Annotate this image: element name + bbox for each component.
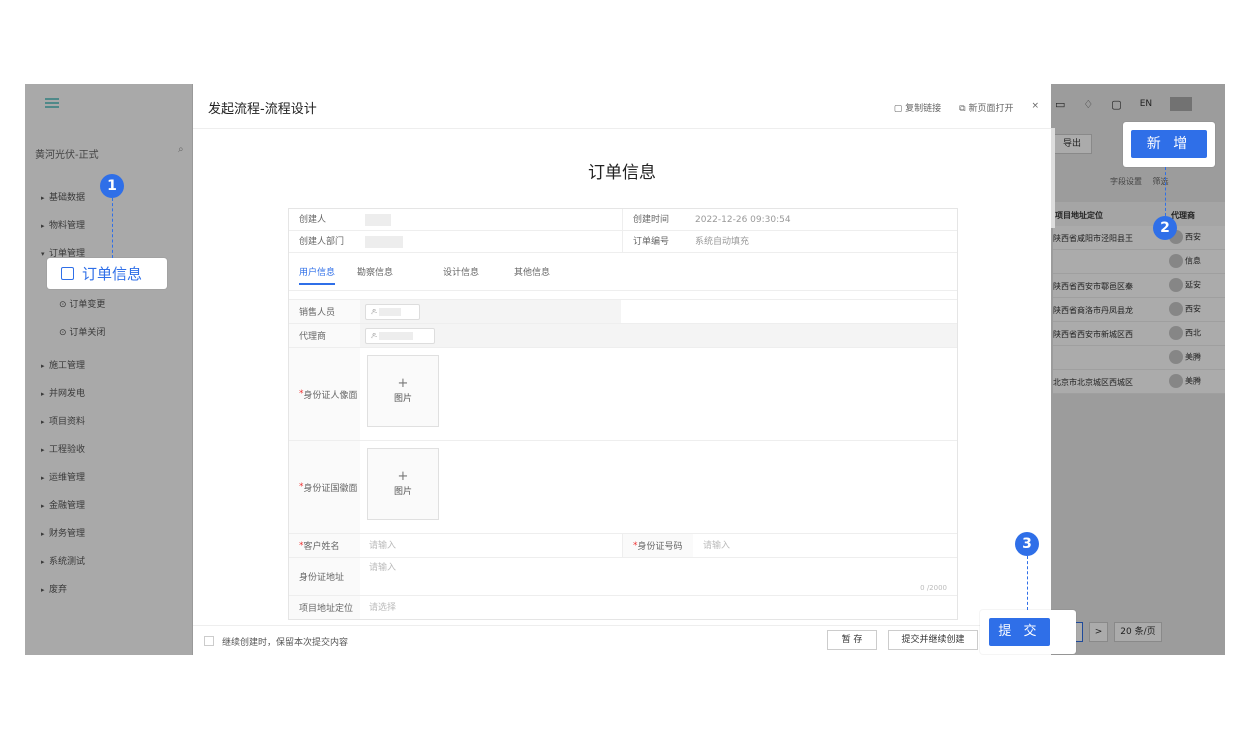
tab-user-info[interactable]: 用户信息 (299, 265, 336, 285)
creator-value (360, 209, 391, 230)
order-no-label: 订单编号 (622, 231, 695, 252)
form-row: 创建人部门 订单编号 系统自动填充 (289, 231, 957, 253)
submit-continue-button[interactable]: 提交并继续创建 (888, 630, 978, 650)
step-badge-1: 1 (100, 174, 124, 198)
copy-link-button[interactable]: ▢ 复制链接 (894, 101, 941, 114)
create-time-value: 2022-12-26 09:30:54 (695, 215, 791, 225)
plus-icon: + (397, 469, 409, 484)
keep-content-label: 继续创建时，保留本次提交内容 (222, 638, 349, 648)
modal-footer: 继续创建时，保留本次提交内容 暂 存 提交并继续创建 (193, 625, 1051, 655)
form-row: 代理商 ዶ (289, 323, 957, 347)
user-info-panel: 销售人员 ዶ 代理商 ዶ * 身份证人像面 + 图片 * 身份证国徽面 + 图片… (289, 299, 957, 619)
form-row: * 客户姓名 请输入 * 身份证号码 请输入 (289, 533, 957, 557)
id-front-label: * 身份证人像面 (289, 348, 360, 440)
tab-design-info[interactable]: 设计信息 (443, 265, 479, 278)
tab-other-info[interactable]: 其他信息 (514, 265, 550, 278)
sidebar-item-label: 订单信息 (82, 265, 143, 283)
form-tabs: 用户信息 勘察信息 设计信息 其他信息 (289, 253, 957, 291)
idaddr-label: 身份证地址 (289, 558, 360, 595)
form-title: 订单信息 (588, 163, 656, 183)
step-connector-1 (112, 198, 113, 258)
scrollbar[interactable] (1051, 128, 1055, 228)
proj-select[interactable]: 请选择 (369, 596, 396, 620)
close-icon[interactable]: × (1031, 101, 1039, 114)
sidebar-item-order-info[interactable]: 订单信息 (47, 258, 167, 289)
form-row: 销售人员 ዶ (289, 299, 957, 323)
create-time-label: 创建时间 (622, 209, 695, 230)
order-form: 创建人 创建时间 2022-12-26 09:30:54 创建人部门 订单编号 … (288, 208, 958, 620)
idno-label: * 身份证号码 (622, 534, 693, 557)
customer-text: 客户姓名 (303, 542, 340, 552)
submit-button[interactable]: 提 交 (989, 618, 1050, 646)
tab-survey-info[interactable]: 勘察信息 (357, 265, 393, 278)
idaddr-input[interactable]: 请输入 (369, 558, 396, 578)
customer-input[interactable]: 请输入 (369, 534, 396, 558)
customer-label: * 客户姓名 (289, 534, 360, 557)
step-connector-2 (1165, 167, 1166, 216)
upload-label: 图片 (393, 487, 412, 497)
sales-value: ዶ (360, 300, 621, 323)
plus-icon: + (397, 376, 409, 391)
sales-picker[interactable]: ዶ (365, 304, 420, 320)
form-row: 创建人 创建时间 2022-12-26 09:30:54 (289, 209, 957, 231)
id-front-value: + 图片 (360, 348, 957, 440)
open-new-page-button[interactable]: ⧉ 新页面打开 (959, 101, 1013, 114)
id-front-upload[interactable]: + 图片 (367, 355, 439, 427)
idno-text: 身份证号码 (637, 542, 683, 552)
idno-input[interactable]: 请输入 (703, 534, 730, 558)
form-row: 项目地址定位 请选择 (289, 595, 957, 619)
id-back-text: 身份证国徽面 (303, 483, 358, 494)
id-back-value: + 图片 (360, 441, 957, 533)
id-back-upload[interactable]: + 图片 (367, 448, 439, 520)
open-new-label: 新页面打开 (968, 104, 1014, 114)
add-button-highlight: 新 增 (1123, 122, 1215, 167)
modal-actions: ▢ 复制链接 ⧉ 新页面打开 × (894, 101, 1039, 114)
agent-picker[interactable]: ዶ (365, 328, 435, 344)
dept-label: 创建人部门 (299, 237, 345, 247)
step-connector-3 (1027, 556, 1028, 610)
save-draft-button[interactable]: 暂 存 (827, 630, 877, 650)
step-badge-3: 3 (1015, 532, 1039, 556)
form-row: * 身份证人像面 + 图片 (289, 347, 957, 440)
sales-label: 销售人员 (289, 300, 360, 323)
submit-button-highlight: 提 交 (980, 610, 1076, 654)
dept-value (360, 231, 403, 252)
proj-label: 项目地址定位 (289, 596, 360, 619)
copy-link-label: 复制链接 (905, 104, 942, 114)
step-badge-2: 2 (1153, 216, 1177, 240)
add-button[interactable]: 新 增 (1131, 130, 1207, 158)
upload-label: 图片 (393, 394, 412, 404)
form-row: 身份证地址 请输入 0 /2000 (289, 557, 957, 595)
keep-content-checkbox[interactable] (204, 636, 214, 646)
order-no-value: 系统自动填充 (695, 237, 750, 247)
form-row: * 身份证国徽面 + 图片 (289, 440, 957, 533)
flow-modal: 发起流程-流程设计 ▢ 复制链接 ⧉ 新页面打开 × 订单信息 创建人 创建时间… (193, 84, 1055, 655)
agent-value: ዶ (360, 324, 957, 347)
creator-label: 创建人 (299, 215, 327, 225)
id-front-text: 身份证人像面 (303, 390, 358, 401)
cube-icon (61, 267, 74, 280)
char-counter: 0 /2000 (920, 584, 947, 592)
modal-title: 发起流程-流程设计 (208, 102, 317, 117)
id-back-label: * 身份证国徽面 (289, 441, 360, 533)
divider (193, 128, 1051, 129)
agent-label: 代理商 (289, 324, 360, 347)
